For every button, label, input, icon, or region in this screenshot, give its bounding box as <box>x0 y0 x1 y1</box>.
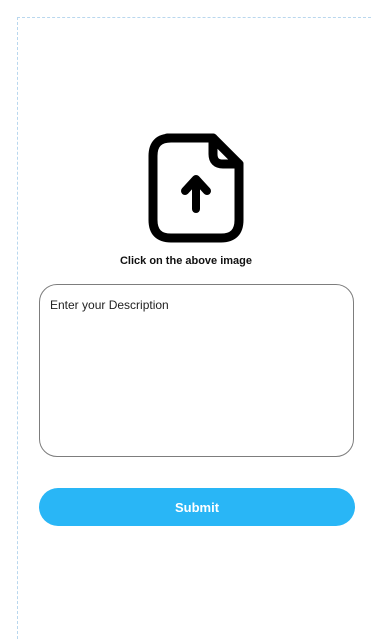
submit-button[interactable]: Submit <box>39 488 355 526</box>
file-upload-icon[interactable] <box>147 132 245 244</box>
description-input[interactable] <box>39 284 354 457</box>
file-upload-icon-graphic <box>148 133 244 243</box>
upload-hint-text: Click on the above image <box>119 255 253 267</box>
